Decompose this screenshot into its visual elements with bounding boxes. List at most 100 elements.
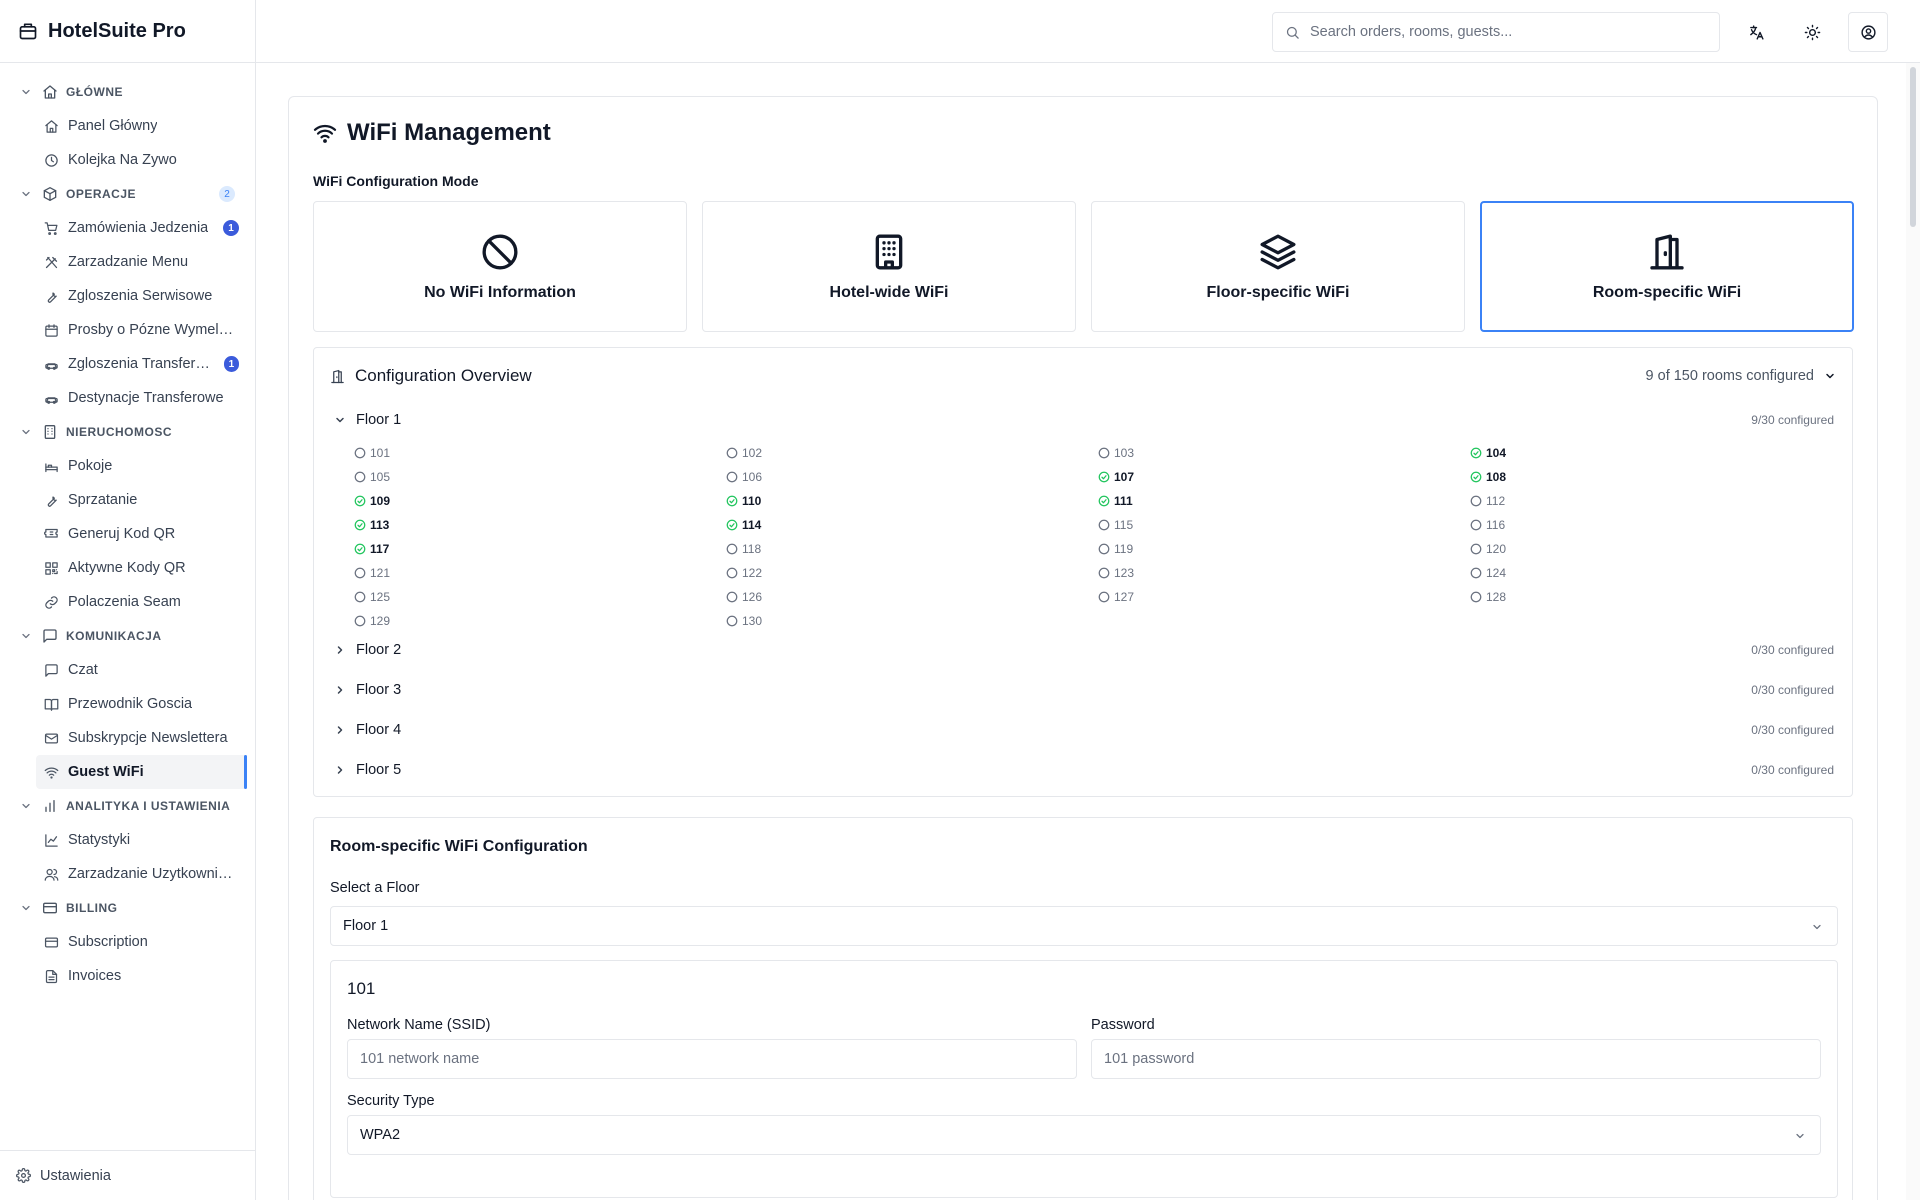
floor-status: 0/30 configured	[1751, 643, 1834, 657]
floor-row[interactable]: Floor 1 9/30 configured	[334, 408, 1834, 432]
room-status-item: 101	[354, 441, 726, 465]
profile-button[interactable]	[1848, 12, 1888, 52]
floor-name: Floor 1	[356, 412, 402, 428]
check-circle-icon	[1098, 471, 1110, 483]
sidebar-item-label: Zamówienia Jedzenia	[68, 220, 209, 236]
briefcase-icon	[18, 21, 38, 41]
ssid-input[interactable]	[347, 1039, 1077, 1079]
scrollbar-thumb[interactable]	[1910, 67, 1916, 227]
circle-icon	[354, 447, 366, 459]
sidebar-item-czat[interactable]: Czat	[36, 653, 247, 687]
sidebar-item-label: Destynacje Transferowe	[68, 390, 224, 406]
config-title: Room-specific WiFi Configuration	[330, 838, 588, 855]
sidebar-item-label: Panel Główny	[68, 118, 158, 134]
sidebar-item-destynacje-transferowe[interactable]: Destynacje Transferowe	[36, 381, 247, 415]
sidebar-item-generuj-kod-qr[interactable]: Generuj Kod QR	[36, 517, 247, 551]
floor-row[interactable]: Floor 3 0/30 configured	[334, 678, 1834, 702]
security-type-label: Security Type	[347, 1093, 435, 1109]
room-status-item: 124	[1470, 561, 1842, 585]
settings-label: Ustawienia	[40, 1167, 111, 1184]
circle-icon	[726, 615, 738, 627]
sidebar-item-zam-wienia-jedzenia[interactable]: Zamówienia Jedzenia 1	[36, 211, 247, 245]
sidebar-item-zarzadzanie-menu[interactable]: Zarzadzanie Menu	[36, 245, 247, 279]
settings-link[interactable]: Ustawienia	[0, 1150, 255, 1200]
sidebar-item-polaczenia-seam[interactable]: Polaczenia Seam	[36, 585, 247, 619]
utensils-icon	[44, 255, 59, 270]
link-icon	[44, 595, 59, 610]
overview-summary-toggle[interactable]: 9 of 150 rooms configured	[1646, 368, 1836, 384]
room-number: 113	[370, 518, 390, 532]
configuration-overview: Configuration Overview 9 of 150 rooms co…	[313, 347, 1853, 797]
room-number: 120	[1486, 542, 1507, 556]
mode-card-hotel-wide[interactable]: Hotel-wide WiFi	[702, 201, 1076, 332]
chevron-right-icon	[334, 764, 346, 776]
bed-icon	[44, 459, 59, 474]
sidebar-item-sprzatanie[interactable]: Sprzatanie	[36, 483, 247, 517]
room-status-item: 116	[1470, 513, 1842, 537]
sidebar-item-aktywne-kody-qr[interactable]: Aktywne Kody QR	[36, 551, 247, 585]
nav-section-header[interactable]: NIERUCHOMOSC	[0, 415, 255, 449]
overview-title: Configuration Overview	[355, 366, 532, 385]
theme-toggle[interactable]	[1792, 12, 1832, 52]
overview-header: Configuration Overview	[330, 366, 532, 386]
credit-card-icon	[44, 935, 59, 950]
floor-row[interactable]: Floor 4 0/30 configured	[334, 718, 1834, 742]
room-status-item: 115	[1098, 513, 1470, 537]
sidebar-item-guest-wifi[interactable]: Guest WiFi	[36, 755, 247, 789]
nav-section-header[interactable]: ANALITYKA I USTAWIENIA	[0, 789, 255, 823]
floor-row[interactable]: Floor 2 0/30 configured	[334, 638, 1834, 662]
security-type-select[interactable]: WPA2	[347, 1115, 1821, 1155]
sidebar-item-zgloszenia-serwisowe[interactable]: Zgloszenia Serwisowe	[36, 279, 247, 313]
nav-section-header[interactable]: OPERACJE 2	[0, 177, 255, 211]
search-box[interactable]	[1272, 12, 1720, 52]
floor-name: Floor 3	[356, 682, 402, 698]
brand[interactable]: HotelSuite Pro	[0, 0, 255, 63]
sidebar-item-zarzadzanie-uzytkownikami[interactable]: Zarzadzanie Uzytkownikami	[36, 857, 247, 891]
chevron-down-icon	[20, 188, 32, 200]
translate-icon	[1748, 24, 1765, 41]
floor-row[interactable]: Floor 5 0/30 configured	[334, 758, 1834, 782]
check-circle-icon	[354, 519, 366, 531]
chevron-down-icon	[20, 902, 32, 914]
mode-card-no-wifi[interactable]: No WiFi Information	[313, 201, 687, 332]
sidebar-item-pokoje[interactable]: Pokoje	[36, 449, 247, 483]
sidebar-item-prosby-o-p-zne-wymeldowanie[interactable]: Prosby o Pózne Wymeldowanie	[36, 313, 247, 347]
nav-section: KOMUNIKACJA Czat Przewodnik Goscia Subskryp…	[0, 619, 255, 789]
circle-icon	[1470, 591, 1482, 603]
wifi-icon	[313, 121, 337, 145]
floor-select[interactable]: Floor 1	[330, 906, 1838, 946]
language-button[interactable]	[1736, 12, 1776, 52]
section-count-badge: 2	[219, 186, 235, 202]
chevron-down-icon	[1811, 921, 1823, 933]
room-number: 107	[1114, 470, 1135, 484]
chevron-down-icon	[1824, 370, 1836, 382]
sidebar-item-subskrypcje-newslettera[interactable]: Subskrypcje Newslettera	[36, 721, 247, 755]
mode-card-floor-specific[interactable]: Floor-specific WiFi	[1091, 201, 1465, 332]
sidebar-item-subscription[interactable]: Subscription	[36, 925, 247, 959]
room-number: 116	[1486, 518, 1506, 532]
sidebar-item-statystyki[interactable]: Statystyki	[36, 823, 247, 857]
sidebar-item-invoices[interactable]: Invoices	[36, 959, 247, 993]
nav-section-header[interactable]: GŁÓWNE	[0, 75, 255, 109]
nav-section: GŁÓWNE Panel Główny Kolejka Na Zywo	[0, 75, 255, 177]
room-number: 109	[370, 494, 391, 508]
nav-section-header[interactable]: KOMUNIKACJA	[0, 619, 255, 653]
check-circle-icon	[1470, 471, 1482, 483]
nav-section-header[interactable]: BILLING	[0, 891, 255, 925]
password-input[interactable]	[1091, 1039, 1821, 1079]
sidebar-item-kolejka-na-zywo[interactable]: Kolejka Na Zywo	[36, 143, 247, 177]
room-status-item: 107	[1098, 465, 1470, 489]
nav-section-label: BILLING	[66, 901, 118, 915]
sidebar-item-zgloszenia-transferowe[interactable]: Zgloszenia Transferowe 1	[36, 347, 247, 381]
clock-icon	[44, 153, 59, 168]
sidebar-item-label: Zarzadzanie Menu	[68, 254, 189, 270]
chat-icon	[42, 628, 58, 644]
mode-card-room-specific[interactable]: Room-specific WiFi	[1480, 201, 1854, 332]
scrollbar[interactable]	[1906, 63, 1920, 1200]
sidebar-item-przewodnik-goscia[interactable]: Przewodnik Goscia	[36, 687, 247, 721]
check-circle-icon	[1470, 447, 1482, 459]
search-input[interactable]	[1310, 24, 1690, 40]
layers-icon	[1258, 232, 1298, 272]
sidebar-item-panel-g-wny[interactable]: Panel Główny	[36, 109, 247, 143]
line-chart-icon	[44, 833, 59, 848]
